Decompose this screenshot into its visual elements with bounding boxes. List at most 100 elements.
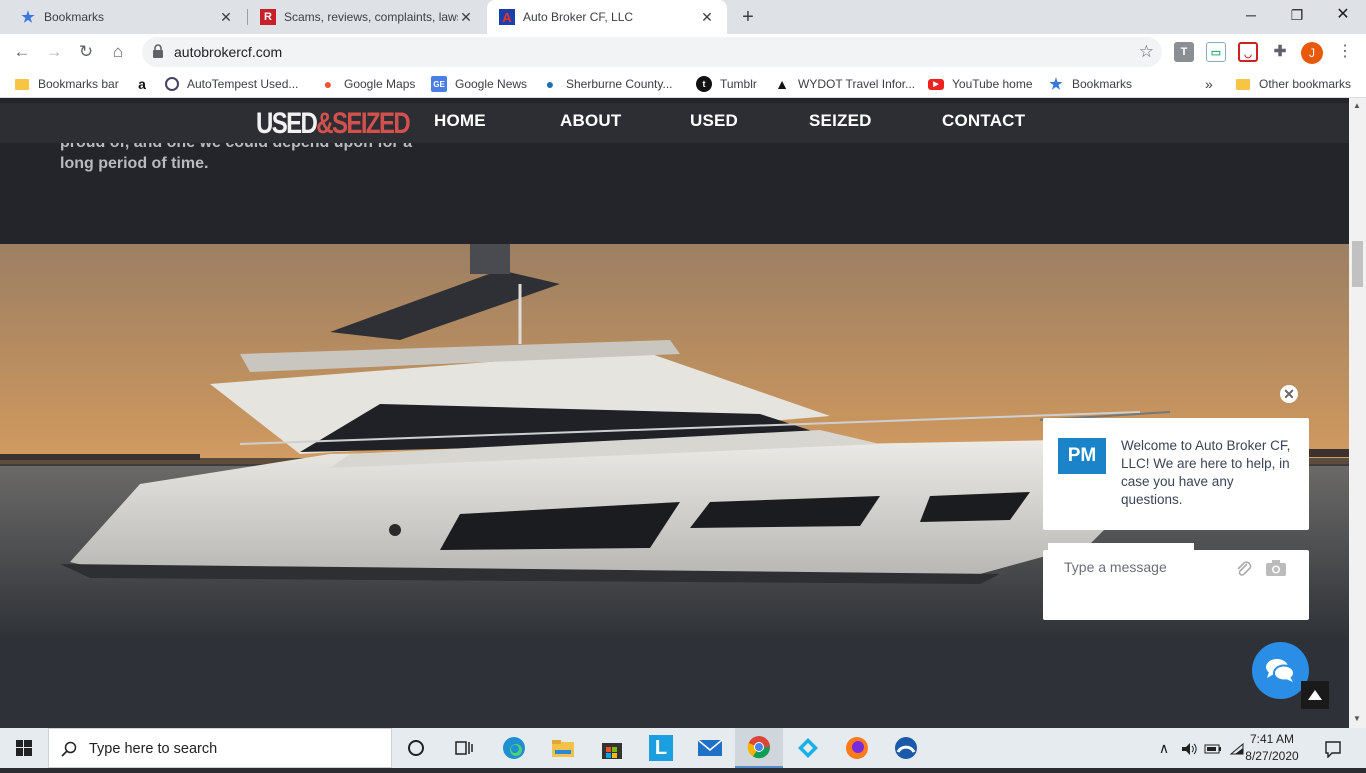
chat-greeting-card[interactable]: PM Welcome to Auto Broker CF, LLC! We ar… — [1043, 418, 1309, 530]
chat-welcome-message: Welcome to Auto Broker CF, LLC! We are h… — [1121, 438, 1291, 507]
bookmark-label: Google News — [455, 77, 528, 91]
chat-close-button[interactable]: ✕ — [1280, 385, 1298, 403]
kodi-icon[interactable] — [784, 728, 832, 768]
nav-contact[interactable]: CONTACT — [942, 111, 1025, 131]
bookmark-item[interactable]: ★ Bookmarks — [1048, 70, 1132, 98]
extension-t-icon[interactable]: T — [1174, 42, 1194, 62]
bookmarks-overflow-button[interactable]: » — [1205, 70, 1213, 98]
chrome-icon[interactable] — [735, 728, 783, 768]
firefox-icon[interactable] — [833, 728, 881, 768]
scrollbar-thumb[interactable] — [1352, 241, 1363, 287]
extensions-puzzle-icon[interactable]: ✚ — [1270, 42, 1290, 62]
scroll-to-top-button[interactable] — [1301, 681, 1329, 709]
autotempest-icon — [165, 77, 179, 91]
bookmark-item[interactable]: Bookmarks bar — [14, 70, 119, 98]
bookmark-item[interactable]: a — [134, 70, 158, 98]
system-clock[interactable]: 7:41 AM 8/27/2020 — [1240, 731, 1304, 765]
bookmark-label: Sherburne County... — [566, 77, 673, 91]
scroll-down-arrow-icon[interactable]: ▼ — [1353, 714, 1361, 723]
web-page: proud of, and one we could depend upon f… — [0, 98, 1349, 728]
clock-date: 8/27/2020 — [1245, 749, 1299, 763]
bookmark-item[interactable]: t Tumblr — [696, 70, 757, 98]
taskbar-search-placeholder: Type here to search — [89, 741, 218, 757]
close-window-button[interactable]: ✕ — [1320, 0, 1366, 30]
close-icon[interactable]: ✕ — [458, 9, 474, 26]
nav-home[interactable]: HOME — [434, 111, 486, 131]
other-bookmarks[interactable]: Other bookmarks — [1235, 70, 1351, 98]
bookmark-label: Google Maps — [344, 77, 416, 91]
chat-input-box[interactable]: Type a message — [1043, 543, 1309, 620]
forward-button[interactable]: → — [42, 40, 66, 64]
mail-icon[interactable] — [686, 728, 734, 768]
menu-kebab-icon[interactable]: ⋮ — [1333, 40, 1357, 64]
home-button[interactable]: ⌂ — [106, 40, 130, 64]
new-tab-button[interactable]: + — [736, 6, 760, 28]
reload-button[interactable]: ↻ — [74, 40, 98, 64]
chat-message-placeholder[interactable]: Type a message — [1064, 559, 1167, 575]
profile-avatar[interactable]: J — [1301, 42, 1323, 64]
l-app-icon[interactable]: L — [637, 728, 685, 768]
minimize-button[interactable]: ─ — [1228, 0, 1274, 30]
bookmark-label: AutoTempest Used... — [187, 77, 299, 91]
scroll-up-arrow-icon[interactable]: ▲ — [1353, 101, 1361, 110]
notification-center-icon[interactable] — [1318, 728, 1348, 768]
windows-logo-icon — [16, 740, 32, 756]
bookmarks-bar: Bookmarks bar a AutoTempest Used... ● Go… — [0, 70, 1366, 98]
tab-auto-broker[interactable]: A Auto Broker CF, LLC ✕ — [487, 0, 727, 34]
volume-icon[interactable] — [1178, 728, 1200, 768]
battery-icon[interactable] — [1202, 728, 1224, 768]
cortana-icon[interactable] — [392, 728, 440, 768]
start-button[interactable] — [0, 728, 48, 768]
bookmark-label: Bookmarks — [1072, 77, 1133, 91]
bookmark-item[interactable]: ▶ YouTube home — [928, 70, 1033, 98]
google-news-icon: GE — [431, 76, 447, 92]
nav-about[interactable]: ABOUT — [560, 111, 621, 131]
bookmark-item[interactable]: GE Google News — [431, 70, 527, 98]
bookmark-star-icon: ★ — [21, 9, 35, 26]
nav-used[interactable]: USED — [690, 111, 738, 131]
browser-toolbar: ← → ↻ ⌂ autobrokercf.com ☆ T ▭ ◡ ✚ J ⋮ — [0, 34, 1366, 70]
bookmark-label: Tumblr — [720, 77, 757, 91]
hero-text-line: long period of time. — [60, 155, 209, 172]
bookmark-item[interactable]: ▲ WYDOT Travel Infor... — [774, 70, 915, 98]
taskbar-search-box[interactable]: Type here to search — [48, 728, 392, 768]
back-button[interactable]: ← — [10, 40, 34, 64]
nav-seized[interactable]: SEIZED — [809, 111, 872, 131]
lock-icon — [153, 44, 163, 58]
tab-scams[interactable]: R Scams, reviews, complaints, lawsu ✕ — [248, 0, 486, 34]
bookmark-item[interactable]: ● Sherburne County... — [542, 70, 673, 98]
store-icon[interactable] — [588, 728, 636, 768]
extension-pocket-icon[interactable]: ◡ — [1238, 42, 1258, 62]
bookmark-star-icon[interactable]: ☆ — [1139, 37, 1154, 67]
task-view-icon[interactable] — [440, 728, 488, 768]
page-scrollbar[interactable]: ▲ ▼ — [1349, 98, 1366, 728]
camera-icon[interactable] — [1265, 559, 1287, 577]
drupal-icon: ● — [545, 76, 555, 92]
file-explorer-icon[interactable] — [539, 728, 587, 768]
autobroker-a-icon: A — [499, 9, 515, 25]
tray-chevron-up-icon[interactable]: ∧ — [1154, 728, 1174, 768]
app-icon[interactable] — [882, 728, 930, 768]
tab-title: Scams, reviews, complaints, lawsu — [284, 10, 458, 24]
logo-seized: &SEIZED — [316, 107, 410, 140]
bookmark-item[interactable]: AutoTempest Used... — [165, 70, 298, 98]
bookmark-item[interactable]: ● Google Maps — [320, 70, 416, 98]
close-icon[interactable]: ✕ — [218, 9, 234, 26]
close-icon[interactable]: ✕ — [699, 9, 715, 26]
bookmark-label: Bookmarks bar — [38, 77, 119, 91]
site-navbar: USED&SEIZED HOME ABOUT USED SEIZED CONTA… — [0, 103, 1349, 143]
address-bar[interactable]: autobrokercf.com ☆ — [142, 37, 1162, 67]
tab-bookmarks[interactable]: ★ Bookmarks ✕ — [8, 0, 246, 34]
bookmark-label: YouTube home — [952, 77, 1033, 91]
logo-used: USED — [256, 107, 318, 140]
site-logo[interactable]: USED&SEIZED — [256, 107, 411, 141]
tab-title: Bookmarks — [44, 10, 105, 24]
clock-time: 7:41 AM — [1249, 732, 1295, 746]
attachment-paperclip-icon[interactable] — [1235, 560, 1253, 578]
edge-icon[interactable] — [490, 728, 538, 768]
extension-cast-icon[interactable]: ▭ — [1206, 42, 1226, 62]
folder-icon — [1235, 76, 1251, 92]
restore-button[interactable]: ❐ — [1274, 0, 1320, 30]
windows-taskbar: Type here to search L ∧ 7:41 AM 8/27/202… — [0, 728, 1366, 768]
bookmark-label: Other bookmarks — [1259, 77, 1352, 91]
